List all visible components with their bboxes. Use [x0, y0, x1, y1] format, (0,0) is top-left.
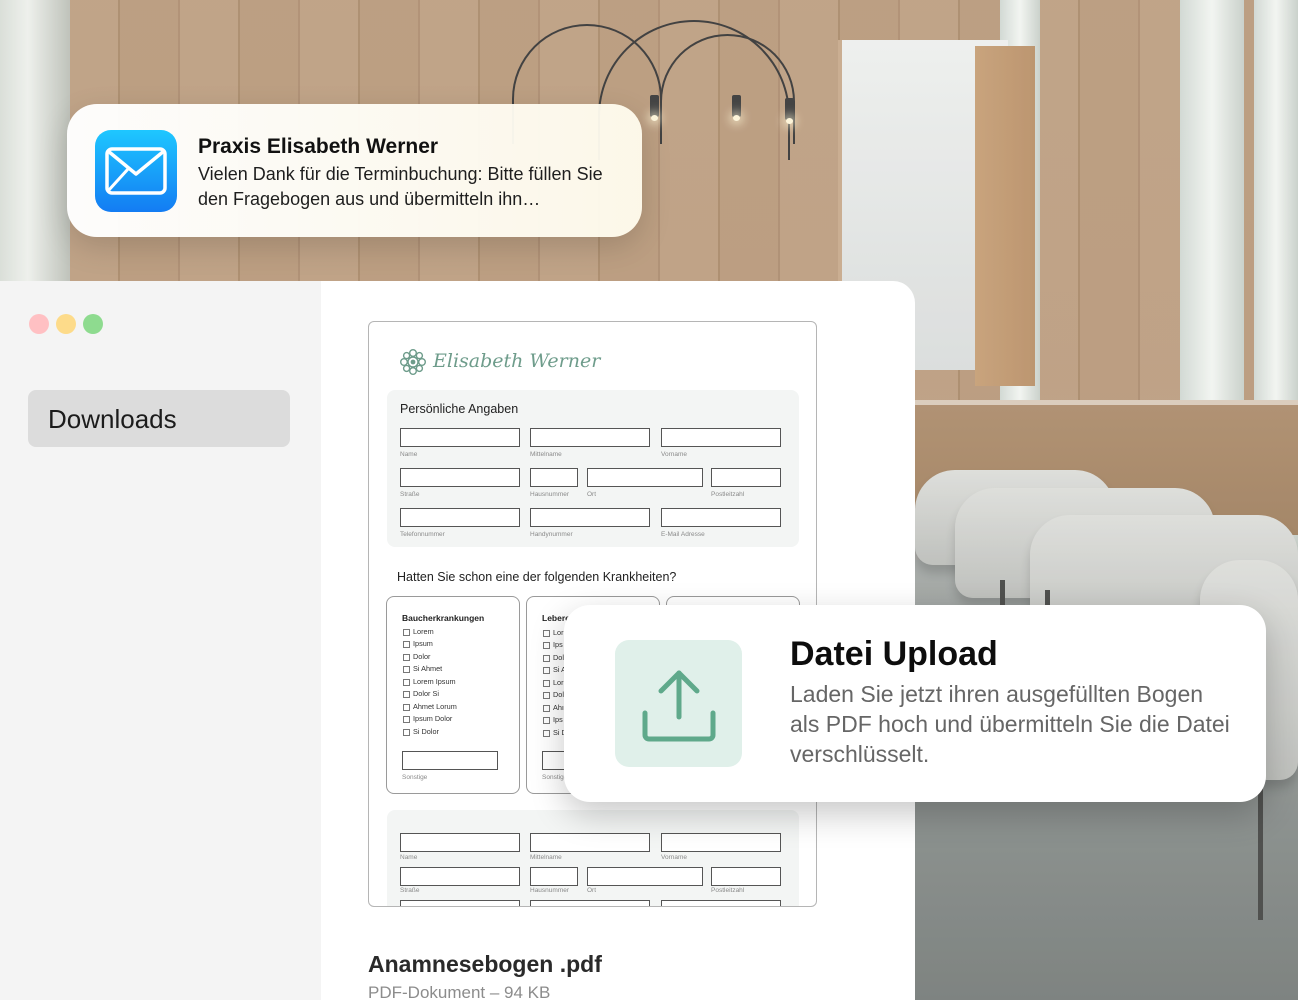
checkbox[interactable]: [543, 630, 550, 637]
city-field[interactable]: [587, 867, 703, 886]
minimize-window-button[interactable]: [56, 314, 76, 334]
checkbox[interactable]: [543, 642, 550, 649]
email-field[interactable]: [661, 900, 781, 906]
other-field[interactable]: [402, 751, 498, 770]
checkbox[interactable]: [543, 667, 550, 674]
mobile-field[interactable]: [530, 508, 650, 527]
checkbox[interactable]: [543, 692, 550, 699]
checkbox[interactable]: [543, 705, 550, 712]
street-field[interactable]: [400, 468, 520, 487]
section-title: Persönliche Angaben: [400, 402, 519, 416]
middle-name-field[interactable]: [530, 428, 650, 447]
checkbox[interactable]: [403, 641, 410, 648]
name-field[interactable]: [400, 428, 520, 447]
checkbox[interactable]: [543, 717, 550, 724]
checkbox[interactable]: [403, 654, 410, 661]
file-meta: PDF-Dokument – 94 KB: [368, 983, 551, 1000]
notification-message: Vielen Dank für die Terminbuchung: Bitte…: [198, 164, 603, 209]
first-name-field[interactable]: [661, 833, 781, 852]
phone-field[interactable]: [400, 900, 520, 906]
disease-card-abdominal: Baucherkrankungen Lorem Ipsum Dolor Si A…: [386, 596, 520, 794]
checkbox[interactable]: [543, 655, 550, 662]
checkbox[interactable]: [403, 704, 410, 711]
sidebar-item-downloads[interactable]: Downloads: [28, 390, 290, 447]
notification-sender: Praxis Elisabeth Werner: [198, 135, 439, 158]
sidebar: Downloads: [0, 281, 321, 1000]
house-number-field[interactable]: [530, 867, 578, 886]
checkbox[interactable]: [403, 729, 410, 736]
mandala-logo-icon: [400, 349, 427, 376]
maximize-window-button[interactable]: [83, 314, 103, 334]
email-field[interactable]: [661, 508, 781, 527]
mail-icon: [95, 130, 177, 212]
name-field[interactable]: [400, 833, 520, 852]
upload-description: Laden Sie jetzt ihren ausgefüllten Bogen…: [790, 681, 1230, 767]
checkbox[interactable]: [403, 716, 410, 723]
house-number-field[interactable]: [530, 468, 578, 487]
middle-name-field[interactable]: [530, 833, 650, 852]
file-name[interactable]: Anamnesebogen .pdf: [368, 951, 602, 978]
checkbox[interactable]: [403, 691, 410, 698]
first-name-field[interactable]: [661, 428, 781, 447]
phone-field[interactable]: [400, 508, 520, 527]
upload-title: Datei Upload: [790, 635, 998, 673]
city-field[interactable]: [587, 468, 703, 487]
close-window-button[interactable]: [29, 314, 49, 334]
mobile-field[interactable]: [530, 900, 650, 906]
sidebar-item-label: Downloads: [48, 404, 177, 434]
mail-notification[interactable]: Praxis Elisabeth Werner Vielen Dank für …: [67, 104, 642, 237]
checkbox[interactable]: [403, 679, 410, 686]
checkbox[interactable]: [543, 680, 550, 687]
checkbox[interactable]: [403, 666, 410, 673]
upload-icon[interactable]: [615, 640, 742, 767]
brand-name: Elisabeth Werner: [433, 350, 601, 372]
street-field[interactable]: [400, 867, 520, 886]
zip-field[interactable]: [711, 468, 781, 487]
file-upload-card[interactable]: Datei Upload Laden Sie jetzt ihren ausge…: [564, 605, 1266, 802]
zip-field[interactable]: [711, 867, 781, 886]
diseases-question: Hatten Sie schon eine der folgenden Kran…: [397, 570, 677, 584]
checkbox[interactable]: [543, 730, 550, 737]
checkbox[interactable]: [403, 629, 410, 636]
